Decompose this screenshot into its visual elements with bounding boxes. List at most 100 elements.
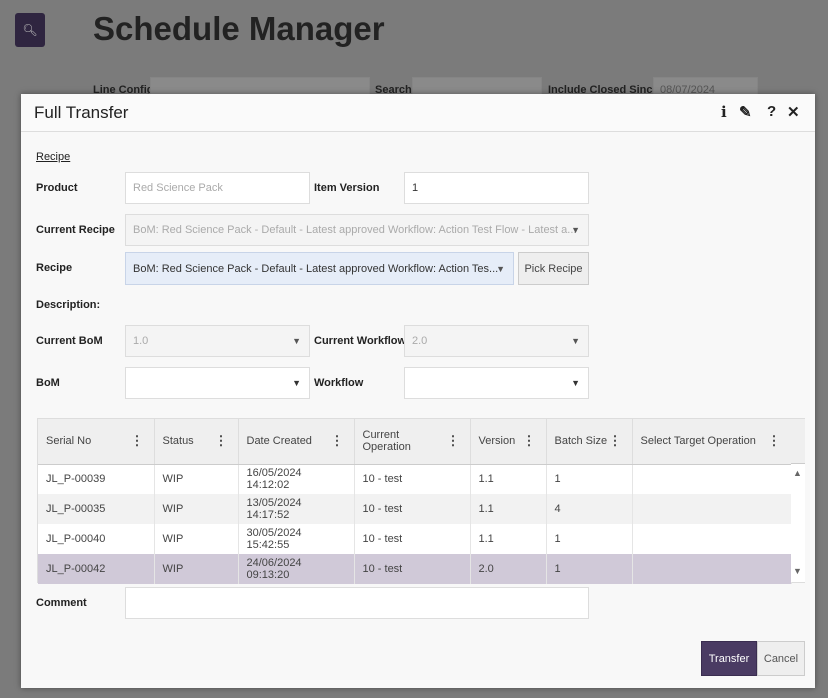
dialog-header: Full Transfer i ✎ ? ✕ bbox=[21, 94, 815, 132]
transfer-button[interactable]: Transfer bbox=[701, 641, 757, 676]
chevron-down-icon: ▼ bbox=[292, 336, 301, 346]
table-cell: JL_P-00040 bbox=[38, 524, 155, 554]
column-header-label: Current Operation bbox=[362, 429, 411, 454]
product-label: Product bbox=[36, 182, 78, 194]
chevron-down-icon: ▼ bbox=[496, 263, 505, 274]
close-icon[interactable]: ✕ bbox=[787, 103, 800, 121]
bom-select[interactable]: ▼ bbox=[125, 367, 310, 399]
table-cell: 1.1 bbox=[470, 464, 547, 494]
table-cell: 1 bbox=[546, 554, 633, 584]
table-cell: 10 - test bbox=[354, 554, 471, 584]
table-cell: 1.1 bbox=[470, 494, 547, 524]
column-menu-icon[interactable]: ⋮ bbox=[768, 433, 781, 449]
current-bom-label: Current BoM bbox=[36, 335, 103, 347]
column-header[interactable]: Select Target Operation ⋮ bbox=[632, 419, 792, 465]
header-filler bbox=[791, 419, 805, 464]
column-header[interactable]: Batch Size ⋮ bbox=[546, 419, 633, 465]
column-menu-icon[interactable]: ⋮ bbox=[131, 433, 144, 449]
table-cell: 1.1 bbox=[470, 524, 547, 554]
recipe-value: BoM: Red Science Pack - Default - Latest… bbox=[133, 262, 499, 275]
comment-label: Comment bbox=[36, 597, 87, 609]
column-menu-icon[interactable]: ⋮ bbox=[331, 433, 344, 449]
comment-input[interactable] bbox=[125, 587, 589, 619]
table-cell: 24/06/2024 09:13:20 bbox=[238, 554, 355, 584]
table-row[interactable]: JL_P-00035 WIP 13/05/2024 14:17:52 10 - tes… bbox=[38, 494, 792, 524]
table-cell: 1 bbox=[546, 464, 633, 494]
table-cell: 10 - test bbox=[354, 464, 471, 494]
table-cell[interactable] bbox=[632, 524, 792, 554]
recipe-label: Recipe bbox=[36, 262, 73, 274]
column-header-label: Version bbox=[478, 435, 516, 448]
column-header[interactable]: Current Operation ⋮ bbox=[354, 419, 471, 465]
column-header-label: Select Target Operation bbox=[640, 435, 756, 448]
column-header[interactable]: Status ⋮ bbox=[154, 419, 239, 465]
search-icon: 🔍︎ bbox=[15, 13, 45, 47]
current-recipe-label: Current Recipe bbox=[36, 224, 115, 236]
table-row[interactable]: JL_P-00042 WIP 24/06/2024 09:13:20 10 - tes… bbox=[38, 554, 792, 584]
table-cell[interactable] bbox=[632, 554, 792, 584]
table-cell: 13/05/2024 14:17:52 bbox=[238, 494, 355, 524]
pick-recipe-button[interactable]: Pick Recipe bbox=[518, 252, 589, 285]
table-row[interactable]: JL_P-00040 WIP 30/05/2024 15:42:55 10 - tes… bbox=[38, 524, 792, 554]
item-version-input[interactable]: 1 bbox=[404, 172, 589, 204]
column-menu-icon[interactable]: ⋮ bbox=[609, 433, 622, 449]
chevron-down-icon: ▼ bbox=[571, 378, 580, 388]
grid-scrollbar[interactable]: ▲ ▼ bbox=[791, 464, 805, 582]
cancel-button[interactable]: Cancel bbox=[757, 641, 805, 676]
column-menu-icon[interactable]: ⋮ bbox=[215, 433, 228, 449]
scroll-down-icon[interactable]: ▼ bbox=[793, 566, 802, 576]
item-version-label: Item Version bbox=[314, 182, 380, 194]
recipe-section-heading: Recipe bbox=[36, 151, 71, 163]
table-cell[interactable] bbox=[632, 464, 792, 494]
workflow-select[interactable]: ▼ bbox=[404, 367, 589, 399]
table-cell: WIP bbox=[154, 494, 239, 524]
full-transfer-dialog: Full Transfer i ✎ ? ✕ Recipe Product Red… bbox=[21, 94, 815, 688]
current-workflow-label: Current Workflow bbox=[314, 335, 407, 347]
column-header-label: Status bbox=[162, 435, 194, 448]
table-cell: JL_P-00035 bbox=[38, 494, 155, 524]
current-recipe-select: BoM: Red Science Pack - Default - Latest… bbox=[125, 214, 589, 246]
dialog-title: Full Transfer bbox=[34, 103, 129, 122]
column-header-label: Serial No bbox=[46, 435, 92, 448]
table-cell: JL_P-00039 bbox=[38, 464, 155, 494]
table-cell: WIP bbox=[154, 524, 239, 554]
table-cell: JL_P-00042 bbox=[38, 554, 155, 584]
table-cell: 10 - test bbox=[354, 494, 471, 524]
pencil-icon[interactable]: ✎ bbox=[739, 103, 752, 121]
column-header[interactable]: Serial No ⋮ bbox=[38, 419, 155, 465]
serials-grid: Serial No ⋮ Status ⋮ Date Created ⋮ Current Op… bbox=[37, 418, 805, 584]
info-icon[interactable]: i bbox=[721, 103, 727, 121]
table-cell: 1 bbox=[546, 524, 633, 554]
column-header[interactable]: Version ⋮ bbox=[470, 419, 547, 465]
chevron-down-icon: ▼ bbox=[571, 225, 580, 235]
chevron-down-icon: ▼ bbox=[292, 378, 301, 388]
help-icon[interactable]: ? bbox=[767, 103, 776, 120]
current-workflow-value: 2.0 bbox=[412, 335, 428, 347]
table-cell: 2.0 bbox=[470, 554, 547, 584]
bom-label: BoM bbox=[36, 377, 60, 389]
workflow-label: Workflow bbox=[314, 377, 364, 389]
chevron-down-icon: ▼ bbox=[571, 336, 580, 346]
product-input[interactable]: Red Science Pack bbox=[125, 172, 310, 204]
table-cell: WIP bbox=[154, 554, 239, 584]
column-header-label: Batch Size bbox=[554, 435, 608, 448]
page-title: Schedule Manager bbox=[93, 10, 385, 47]
table-cell: 10 - test bbox=[354, 524, 471, 554]
table-cell: 4 bbox=[546, 494, 633, 524]
current-workflow-select: 2.0 ▼ bbox=[404, 325, 589, 357]
scroll-up-icon[interactable]: ▲ bbox=[793, 468, 802, 478]
current-bom-value: 1.0 bbox=[133, 335, 149, 347]
current-recipe-value: BoM: Red Science Pack - Default - Latest… bbox=[133, 224, 577, 236]
description-label: Description: bbox=[36, 299, 101, 311]
column-header[interactable]: Date Created ⋮ bbox=[238, 419, 355, 465]
current-bom-select: 1.0 ▼ bbox=[125, 325, 310, 357]
table-cell: 30/05/2024 15:42:55 bbox=[238, 524, 355, 554]
column-header-label: Date Created bbox=[246, 435, 312, 448]
table-cell[interactable] bbox=[632, 494, 792, 524]
table-cell: 16/05/2024 14:12:02 bbox=[238, 464, 355, 494]
table-cell: WIP bbox=[154, 464, 239, 494]
recipe-select[interactable]: BoM: Red Science Pack - Default - Latest… bbox=[125, 252, 514, 285]
table-row[interactable]: JL_P-00039 WIP 16/05/2024 14:12:02 10 - tes… bbox=[38, 464, 792, 494]
column-menu-icon[interactable]: ⋮ bbox=[447, 433, 460, 449]
column-menu-icon[interactable]: ⋮ bbox=[523, 433, 536, 449]
